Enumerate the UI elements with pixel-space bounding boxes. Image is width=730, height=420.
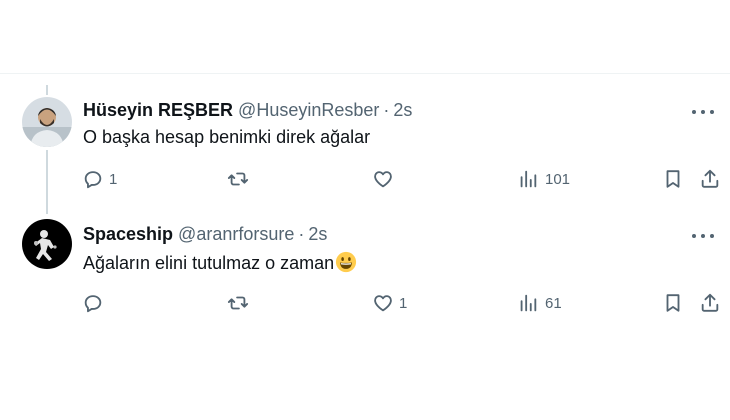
tweet[interactable]: Spaceship @aranrforsure · 2s Ağaların elini… (0, 215, 730, 328)
avatar[interactable] (22, 219, 72, 269)
separator-dot: · (383, 100, 390, 120)
tweet-text: O başka hesap benimki direk ağalar (83, 127, 371, 147)
like-button[interactable]: 1 (372, 289, 407, 317)
more-icon[interactable] (690, 101, 716, 121)
like-count: 1 (399, 294, 408, 312)
grinning-face-emoji (336, 251, 357, 273)
bookmark-button[interactable] (662, 289, 684, 317)
tweet-header: Spaceship @aranrforsure · 2s (83, 224, 327, 245)
retweet-button[interactable] (227, 165, 254, 193)
views-button[interactable]: 101 (517, 165, 570, 193)
views-count: 101 (545, 170, 571, 188)
bookmark-button[interactable] (662, 165, 684, 193)
views-icon (520, 294, 537, 312)
display-name[interactable]: Spaceship (83, 224, 173, 244)
reply-button[interactable] (82, 289, 109, 317)
action-bar: 1 101 (0, 165, 730, 193)
reply-button[interactable]: 1 (82, 165, 117, 193)
bookmark-icon (666, 294, 680, 312)
timestamp[interactable]: 2s (393, 100, 412, 120)
user-handle[interactable]: @HuseyinResber (238, 100, 379, 120)
reply-icon (84, 295, 102, 313)
tweet-header: Hüseyin REŞBER @HuseyinResber · 2s (83, 100, 412, 121)
share-button[interactable] (699, 165, 721, 193)
avatar[interactable] (22, 97, 72, 147)
user-handle[interactable]: @aranrforsure (178, 224, 294, 244)
views-button[interactable]: 61 (517, 289, 562, 317)
retweet-button[interactable] (227, 289, 254, 317)
timestamp[interactable]: 2s (308, 224, 327, 244)
display-name[interactable]: Hüseyin REŞBER (83, 100, 233, 120)
tweet-text: Ağaların elini tutulmaz o zaman (83, 251, 357, 274)
views-count: 61 (545, 294, 562, 312)
like-button[interactable] (372, 165, 399, 193)
more-icon[interactable] (690, 225, 716, 245)
action-bar: 1 61 (0, 289, 730, 317)
like-icon (374, 171, 392, 188)
tweet-feed: Hüseyin REŞBER @HuseyinResber · 2s O başka … (0, 0, 730, 328)
share-button[interactable] (699, 289, 721, 317)
like-icon (374, 295, 392, 312)
reply-icon (84, 171, 102, 189)
retweet-icon (227, 296, 249, 310)
separator-dot: · (298, 224, 305, 244)
reply-count: 1 (109, 170, 118, 188)
thread-line-top (46, 85, 48, 95)
share-icon (701, 293, 719, 312)
tweet[interactable]: Hüseyin REŞBER @HuseyinResber · 2s O başka … (0, 95, 730, 215)
retweet-icon (227, 172, 249, 186)
share-icon (701, 169, 719, 188)
tweet-text-content: Ağaların elini tutulmaz o zaman (83, 253, 335, 273)
bookmark-icon (666, 170, 680, 188)
views-icon (520, 170, 537, 188)
